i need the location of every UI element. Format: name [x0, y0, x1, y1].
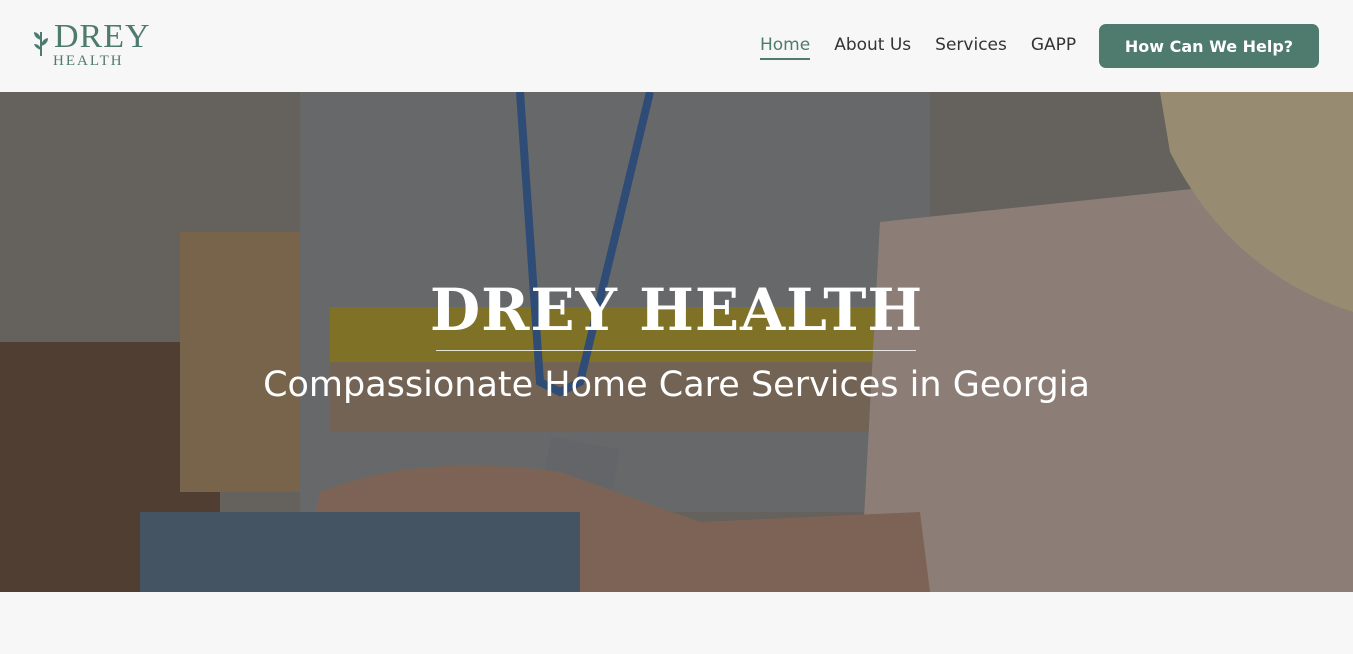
nav-services[interactable]: Services: [935, 24, 1007, 68]
brand-logo[interactable]: DREY HEALTH: [32, 20, 150, 72]
hero-divider: [436, 350, 916, 351]
hero-title: DREY HEALTH: [429, 276, 924, 344]
hero-banner: DREY HEALTH Compassionate Home Care Serv…: [0, 92, 1353, 592]
main-nav: Home About Us Services GAPP: [760, 24, 1100, 68]
leaf-icon: [34, 32, 48, 56]
brand-name: DREY: [54, 18, 151, 55]
page-section-spacer: [0, 592, 1353, 654]
nav-gapp[interactable]: GAPP: [1031, 24, 1076, 68]
site-header: DREY HEALTH Home About Us Services GAPP …: [0, 0, 1353, 92]
hero-subtitle: Compassionate Home Care Services in Geor…: [263, 365, 1090, 405]
nav-home[interactable]: Home: [760, 24, 811, 68]
brand-sub: HEALTH: [53, 53, 124, 69]
nav-about-us[interactable]: About Us: [834, 24, 911, 68]
how-can-we-help-button[interactable]: How Can We Help?: [1099, 24, 1319, 68]
